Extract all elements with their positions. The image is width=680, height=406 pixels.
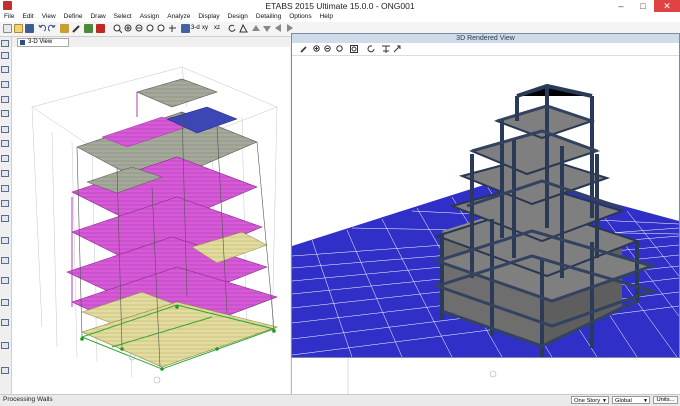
set-3d-view-icon[interactable] — [181, 24, 190, 33]
coordinate-system-select[interactable]: Global ▼ — [612, 396, 650, 404]
menu-analyze[interactable]: Analyze — [163, 12, 194, 22]
floor-icon[interactable] — [1, 140, 9, 147]
new-model-icon[interactable] — [3, 24, 12, 33]
window-title: ETABS 2015 Ultimate 15.0.0 - ONG001 — [265, 1, 415, 11]
lock-icon[interactable] — [60, 24, 69, 33]
menu-file[interactable]: File — [0, 12, 18, 22]
perspective-toolbar-icon[interactable] — [239, 24, 248, 33]
status-message: Processing Walls — [3, 396, 53, 403]
zoom-out-icon[interactable] — [324, 45, 332, 53]
tab-3d-view[interactable]: 3-D View — [17, 38, 69, 47]
point-icon[interactable] — [1, 342, 9, 349]
menu-help[interactable]: Help — [316, 12, 337, 22]
menu-bar: File Edit View Define Draw Select Assign… — [0, 12, 680, 22]
zoom-in-icon[interactable] — [313, 45, 321, 53]
area-icon[interactable] — [1, 155, 9, 162]
zoom-window-toolbar-icon[interactable] — [113, 24, 122, 33]
menu-design[interactable]: Design — [224, 12, 252, 22]
redo-icon[interactable] — [48, 24, 56, 33]
column-icon[interactable] — [1, 96, 9, 103]
chevron-down-icon: ▼ — [602, 398, 607, 404]
rectangle-icon[interactable] — [1, 185, 9, 192]
tab-3d-view-label: 3-D View — [28, 39, 53, 45]
save-icon[interactable] — [25, 24, 34, 33]
menu-select[interactable]: Select — [110, 12, 136, 22]
zoom-in-toolbar-icon[interactable] — [124, 24, 133, 33]
maximize-button[interactable]: □ — [632, 0, 654, 12]
pencil-icon[interactable] — [300, 45, 308, 53]
zoom-out-toolbar-icon[interactable] — [135, 24, 144, 33]
plan-view-button[interactable]: xy — [202, 25, 208, 31]
open-icon[interactable] — [14, 24, 23, 33]
menu-display[interactable]: Display — [194, 12, 223, 22]
status-bar: Processing Walls One Story ▼ Global ▼ Un… — [0, 394, 680, 406]
menu-edit[interactable]: Edit — [18, 12, 37, 22]
pan-icon[interactable] — [168, 24, 177, 33]
wall-icon[interactable] — [1, 126, 9, 133]
move-down-icon[interactable] — [263, 24, 272, 33]
rendered-view-title: 3D Rendered View — [292, 34, 679, 43]
zoom-fit-icon[interactable] — [350, 45, 358, 53]
support-icon[interactable] — [1, 277, 9, 284]
reshape-icon[interactable] — [1, 52, 9, 59]
dimension-icon[interactable] — [1, 237, 9, 244]
elevation-view-button[interactable]: xz — [214, 25, 220, 31]
menu-options[interactable]: Options — [285, 12, 315, 22]
zoom-window-icon[interactable] — [336, 45, 344, 53]
zoom-prev-toolbar-icon[interactable] — [146, 24, 155, 33]
pin-icon — [20, 40, 25, 45]
floor-slab — [66, 78, 279, 368]
move-right-icon[interactable] — [285, 24, 294, 33]
undo-icon[interactable] — [38, 24, 46, 33]
menu-view[interactable]: View — [38, 12, 60, 22]
perspective-icon[interactable] — [382, 45, 390, 53]
menu-assign[interactable]: Assign — [136, 12, 164, 22]
section-cut-icon[interactable] — [1, 367, 9, 374]
rendered-3d-canvas[interactable] — [292, 56, 679, 357]
tendon-icon[interactable] — [1, 319, 9, 326]
menu-define[interactable]: Define — [60, 12, 87, 22]
units-button[interactable]: Units... — [653, 396, 678, 404]
options-icon[interactable] — [393, 45, 401, 53]
beam-icon[interactable] — [1, 81, 9, 88]
rotate-icon[interactable] — [367, 45, 375, 53]
window-controls: – □ ✕ — [610, 0, 680, 12]
side-toolbar — [0, 37, 12, 394]
title-bar: ETABS 2015 Ultimate 15.0.0 - ONG001 – □ … — [0, 0, 680, 12]
pointer-icon[interactable] — [1, 40, 9, 47]
minimize-button[interactable]: – — [610, 0, 632, 12]
opening-icon[interactable] — [1, 170, 9, 177]
brace-icon[interactable] — [1, 110, 9, 117]
menu-detailing[interactable]: Detailing — [252, 12, 285, 22]
menu-draw[interactable]: Draw — [86, 12, 109, 22]
pencil-toolbar-icon[interactable] — [72, 24, 81, 33]
polygon-icon[interactable] — [1, 200, 9, 207]
rendered-view-toolbar — [292, 43, 679, 56]
rotate-toolbar-icon[interactable] — [228, 24, 237, 33]
close-button[interactable]: ✕ — [654, 0, 680, 12]
run-analysis-icon[interactable] — [84, 24, 93, 33]
line-icon[interactable] — [1, 66, 9, 73]
model-view-lower-area — [291, 358, 680, 394]
coordinate-select-value: Global — [615, 398, 632, 404]
lock-model-icon[interactable] — [96, 24, 105, 33]
move-left-icon[interactable] — [274, 24, 283, 33]
rendered-view-window[interactable]: 3D Rendered View — [291, 33, 680, 358]
story-select[interactable]: One Story ▼ — [571, 396, 609, 404]
grid-icon[interactable] — [1, 215, 9, 222]
snap-icon[interactable] — [1, 257, 9, 264]
story-select-value: One Story — [574, 398, 601, 404]
model-3d-view[interactable] — [12, 47, 290, 394]
link-icon[interactable] — [1, 299, 9, 306]
move-up-icon[interactable] — [252, 24, 261, 33]
chevron-down-icon: ▼ — [643, 398, 648, 404]
zoom-fit-toolbar-icon[interactable] — [157, 24, 166, 33]
view-3d-button[interactable]: 3-d — [191, 25, 200, 31]
